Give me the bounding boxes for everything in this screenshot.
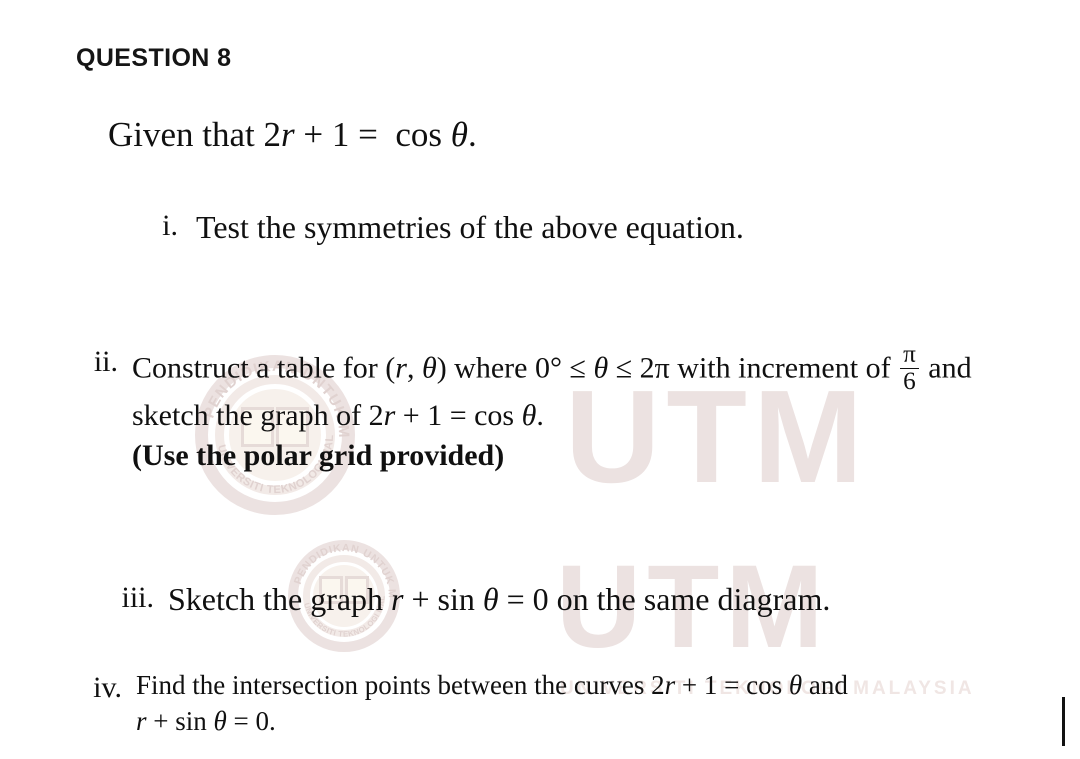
- list-item-iii: iii. Sketch the graph r + sin θ = 0 on t…: [106, 578, 1080, 620]
- item-marker-i: i.: [162, 209, 178, 242]
- item-text-iii: Sketch the graph r + sin θ = 0 on the sa…: [168, 578, 1080, 620]
- ii-line2-theta: θ: [521, 398, 537, 432]
- item-text-ii: Construct a table for (r, θ) where 0° ≤ …: [132, 341, 1065, 475]
- ii-line2-period: .: [536, 398, 544, 432]
- ii-text-part1: Construct a table for (: [132, 351, 396, 385]
- ii-line2-part2: + 1 = cos: [402, 398, 522, 432]
- iii-part2: + sin: [403, 581, 483, 617]
- given-variable-r: r: [281, 115, 295, 154]
- iv-line2-theta: θ: [213, 705, 227, 736]
- iii-part1: Sketch the graph: [168, 581, 392, 617]
- item-iv-line-2: r + sin θ = 0.: [136, 704, 1072, 740]
- list-item-i: i. Test the symmetries of the above equa…: [150, 206, 1050, 248]
- item-iv-line-1: Find the intersection points between the…: [136, 668, 1072, 704]
- ii-text-part3: ≤ 2π with increment of: [608, 351, 891, 385]
- iii-part3: = 0 on the same diagram.: [498, 581, 831, 617]
- increment-fraction: π 6: [900, 341, 919, 396]
- given-statement: Given that 2r + 1 = cos θ.: [108, 115, 477, 155]
- iv-var-r: r: [664, 670, 676, 700]
- fraction-denominator: 6: [900, 368, 919, 395]
- item-text-i: Test the symmetries of the above equatio…: [196, 209, 744, 245]
- item-ii-line-1: Construct a table for (r, θ) where 0° ≤ …: [132, 341, 1065, 396]
- item-marker-iv: iv.: [93, 671, 122, 704]
- list-item-iv: iv. Find the intersection points between…: [82, 668, 1072, 739]
- iv-theta: θ: [788, 670, 803, 700]
- given-theta: θ: [450, 115, 468, 154]
- given-prefix: Given that: [108, 115, 255, 154]
- ii-theta-1: θ: [421, 351, 437, 385]
- iv-part3: and: [802, 670, 848, 700]
- iii-var-r: r: [391, 581, 404, 617]
- iv-line2-var-r: r: [136, 705, 147, 736]
- ii-text-part4: and: [928, 351, 972, 385]
- ii-text-part2: ) where 0° ≤: [436, 351, 594, 385]
- given-period: .: [468, 115, 477, 154]
- text-cursor: [1062, 697, 1065, 746]
- item-text-iv: Find the intersection points between the…: [136, 668, 1072, 739]
- fraction-numerator: π: [903, 341, 916, 368]
- item-marker-ii: ii.: [93, 345, 118, 378]
- list-item-ii: ii. Construct a table for (r, θ) where 0…: [80, 341, 1065, 475]
- page-title: QUESTION 8: [76, 44, 232, 72]
- ii-line2-part1: sketch the graph of 2: [132, 398, 384, 432]
- polar-grid-note: (Use the polar grid provided): [132, 438, 505, 472]
- iv-line2-part1: + sin: [146, 705, 214, 736]
- iii-theta: θ: [482, 581, 499, 617]
- given-coefficient: 2: [263, 115, 282, 154]
- given-plus-one: + 1 =: [303, 115, 378, 154]
- ii-var-r: r: [395, 351, 407, 385]
- ii-theta-2: θ: [593, 351, 609, 385]
- item-ii-line-2: sketch the graph of 2r + 1 = cos θ.: [132, 396, 1065, 436]
- iv-part1: Find the intersection points between the…: [136, 670, 665, 700]
- ii-line2-var-r: r: [383, 398, 396, 432]
- ii-comma: ,: [406, 351, 422, 385]
- item-marker-iii: iii.: [121, 581, 154, 614]
- iv-part2: + 1 = cos: [675, 670, 789, 700]
- iv-line2-part2: = 0.: [226, 705, 276, 736]
- given-cos: cos: [395, 115, 443, 154]
